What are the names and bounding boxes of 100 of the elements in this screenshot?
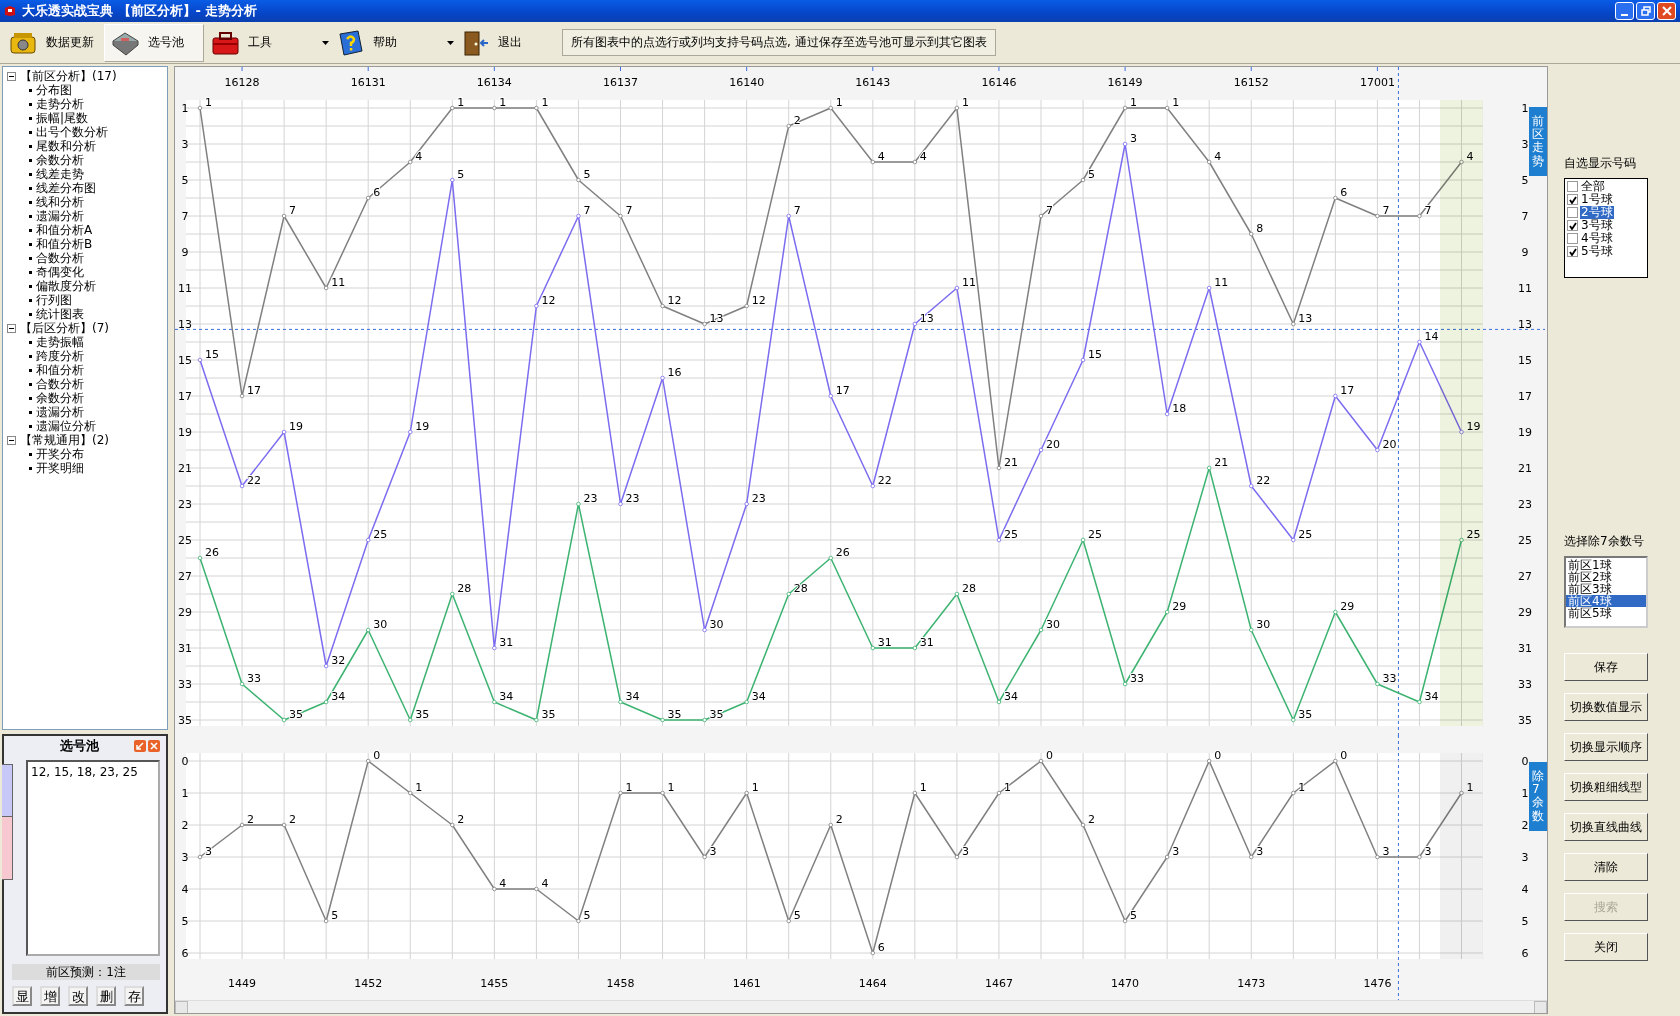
list-item[interactable]: 5号球 xyxy=(1580,245,1614,258)
data-label: 7 xyxy=(1382,204,1390,217)
tree-item[interactable]: 分布图 xyxy=(36,83,72,97)
list-item[interactable]: 前区2球 xyxy=(1566,571,1646,583)
action-button[interactable]: 切换显示顺序 xyxy=(1564,733,1648,761)
tree-group[interactable]: 【常规通用】(2) xyxy=(20,433,109,447)
axis-label: 29 xyxy=(178,606,192,619)
side-tab[interactable] xyxy=(2,816,13,880)
tree-item[interactable]: 开奖明细 xyxy=(36,461,84,475)
restore-button[interactable] xyxy=(1636,2,1655,20)
list-item[interactable]: 全部 xyxy=(1580,180,1606,193)
checkbox[interactable] xyxy=(1567,194,1578,205)
pool-action-button[interactable]: 增 xyxy=(40,986,60,1006)
tree-item[interactable]: 余数分析 xyxy=(36,391,84,405)
checkbox[interactable] xyxy=(1567,207,1578,218)
axis-label: 6 xyxy=(181,947,189,960)
data-label: 13 xyxy=(919,312,934,325)
ball-listbox[interactable]: 前区1球 前区2球 前区3球 前区4球 前区5球 xyxy=(1564,556,1648,628)
tree-toggle[interactable] xyxy=(7,435,16,445)
bullet-icon xyxy=(29,102,32,106)
horizontal-scrollbar[interactable] xyxy=(175,1000,1547,1013)
axis-label: 9 xyxy=(1521,246,1529,259)
toolbar-button[interactable]: 选号池 xyxy=(104,23,204,62)
tree-item[interactable]: 合数分析 xyxy=(36,251,84,265)
toolbar-button[interactable]: 数据更新 xyxy=(2,23,104,62)
action-button[interactable]: 保存 xyxy=(1564,653,1648,681)
axis-label: 7 xyxy=(1521,210,1529,223)
axis-label: 5 xyxy=(1521,915,1529,928)
side-tab[interactable]: 除7余数 xyxy=(1529,762,1547,831)
tree-item[interactable]: 线差走势 xyxy=(36,167,84,181)
side-tab[interactable]: 前区走势 xyxy=(1529,107,1547,176)
action-button[interactable]: 关闭 xyxy=(1564,933,1648,961)
list-item[interactable]: 4号球 xyxy=(1580,232,1614,245)
tree-item[interactable]: 振幅|尾数 xyxy=(36,111,89,125)
tree-item[interactable]: 跨度分析 xyxy=(36,349,84,363)
list-item[interactable]: 前区5球 xyxy=(1566,607,1646,619)
data-label: 20 xyxy=(1382,438,1397,451)
tree-item[interactable]: 行列图 xyxy=(36,293,72,307)
action-button[interactable]: 清除 xyxy=(1564,853,1648,881)
list-item[interactable]: 1号球 xyxy=(1580,193,1614,206)
dock-button[interactable] xyxy=(134,740,146,752)
axis-label: 21 xyxy=(1518,462,1532,475)
data-label: 1 xyxy=(751,781,759,794)
tree-item[interactable]: 奇偶变化 xyxy=(36,265,84,279)
tree-group[interactable]: 【前区分析】(17) xyxy=(20,69,117,83)
tree-item[interactable]: 出号个数分析 xyxy=(36,125,108,139)
list-item[interactable]: 前区1球 xyxy=(1566,559,1646,571)
tree-item[interactable]: 开奖分布 xyxy=(36,447,84,461)
checkbox[interactable] xyxy=(1567,246,1578,257)
tree-item[interactable]: 走势振幅 xyxy=(36,335,84,349)
bullet-icon xyxy=(29,466,32,470)
tree-item[interactable]: 和值分析 xyxy=(36,363,84,377)
pool-action-button[interactable]: 删 xyxy=(96,986,116,1006)
tree-item[interactable]: 线差分布图 xyxy=(36,181,96,195)
pool-text-area[interactable]: 12, 15, 18, 23, 25 xyxy=(26,760,160,956)
tree-item[interactable]: 遗漏位分析 xyxy=(36,419,96,433)
pool-action-button[interactable]: 存 xyxy=(124,986,144,1006)
close-icon xyxy=(1661,6,1672,16)
tree-item[interactable]: 遗漏分析 xyxy=(36,209,84,223)
checkbox[interactable] xyxy=(1567,233,1578,244)
data-label: 4 xyxy=(499,877,507,890)
tree-item[interactable]: 余数分析 xyxy=(36,153,84,167)
tree-item[interactable]: 线和分析 xyxy=(36,195,84,209)
number-checklist[interactable]: 全部 1号球 2号球 3号球 4号球 5号球 xyxy=(1564,178,1648,278)
toolbar-button[interactable]: 工具 xyxy=(204,23,322,62)
side-tab[interactable] xyxy=(2,764,13,818)
minimize-button[interactable] xyxy=(1615,2,1634,20)
tree-item[interactable]: 统计图表 xyxy=(36,307,84,321)
list-item[interactable]: 3号球 xyxy=(1580,219,1614,232)
close-button[interactable] xyxy=(148,740,160,752)
tree-item[interactable]: 合数分析 xyxy=(36,377,84,391)
data-label: 1 xyxy=(457,96,465,109)
axis-label: 1464 xyxy=(858,977,887,990)
tree-item[interactable]: 和值分析B xyxy=(36,237,93,251)
tree-item[interactable]: 偏散度分析 xyxy=(36,279,96,293)
bullet-icon xyxy=(29,354,32,358)
data-label: 17 xyxy=(835,384,850,397)
checkbox[interactable] xyxy=(1567,220,1578,231)
tree-item[interactable]: 尾数和分析 xyxy=(36,139,96,153)
tree-toggle[interactable] xyxy=(7,71,16,81)
action-button[interactable]: 切换直线曲线 xyxy=(1564,813,1648,841)
checkbox[interactable] xyxy=(1567,181,1578,192)
close-button[interactable] xyxy=(1657,2,1676,20)
pool-action-button[interactable]: 显 xyxy=(12,986,32,1006)
list-item[interactable]: 2号球 xyxy=(1580,206,1614,219)
list-item[interactable]: 前区4球 xyxy=(1566,595,1646,607)
action-button[interactable]: 切换数值显示 xyxy=(1564,693,1648,721)
toolbar-button[interactable]: 帮助 xyxy=(329,23,447,62)
tree-toggle[interactable] xyxy=(7,323,16,333)
pool-action-button[interactable]: 改 xyxy=(68,986,88,1006)
data-label: 1 xyxy=(667,781,675,794)
list-item[interactable]: 前区3球 xyxy=(1566,583,1646,595)
data-label: 32 xyxy=(331,654,346,667)
action-button[interactable]: 切换粗细线型 xyxy=(1564,773,1648,801)
tree-item[interactable]: 走势分析 xyxy=(36,97,84,111)
tree-group[interactable]: 【后区分析】(7) xyxy=(20,321,109,335)
tree-item[interactable]: 和值分析A xyxy=(36,223,93,237)
tree-item[interactable]: 遗漏分析 xyxy=(36,405,84,419)
toolbar-button[interactable]: 退出 xyxy=(454,23,554,62)
axis-label: 1 xyxy=(181,102,189,115)
